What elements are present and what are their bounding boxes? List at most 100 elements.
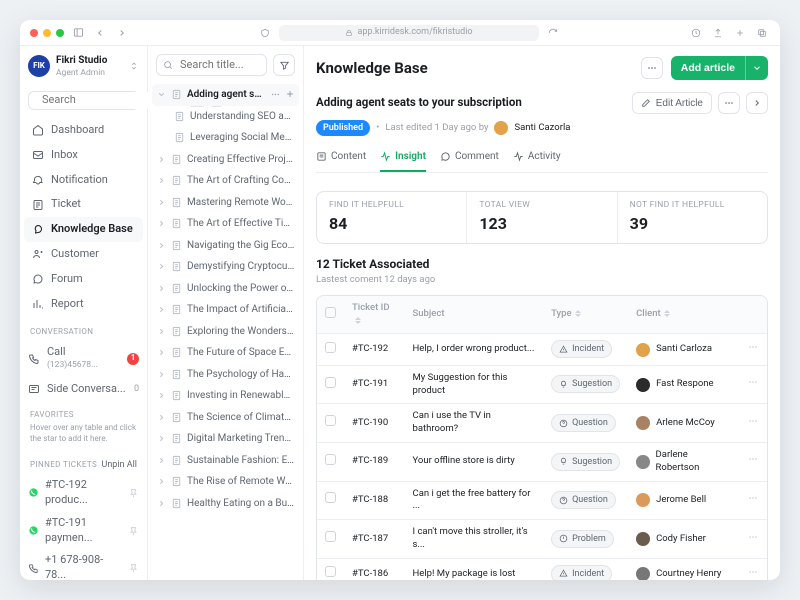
dots-icon	[723, 97, 735, 109]
account-role: Agent Admin	[56, 68, 107, 79]
address-bar[interactable]: app.kirridesk.com/fikristudio	[279, 25, 539, 41]
row-more-icon[interactable]	[747, 531, 759, 543]
tree-node[interactable]: The Impact of Artificial Inte...	[152, 299, 299, 321]
tab-insight[interactable]: Insight	[380, 144, 426, 172]
col-id[interactable]: Ticket ID	[344, 296, 405, 335]
tree-node[interactable]: Mastering Remote Work: P...	[152, 192, 299, 214]
tree-node[interactable]: Demystifying Cryptocurre...	[152, 256, 299, 278]
client-avatar	[636, 378, 650, 392]
tab-comment[interactable]: Comment	[440, 144, 499, 172]
checkbox[interactable]	[325, 566, 336, 577]
unpin-all[interactable]: Unpin All	[102, 459, 138, 471]
chevron-icon	[157, 176, 166, 185]
checkbox-all[interactable]	[325, 307, 336, 318]
nav-customer[interactable]: Customer	[24, 242, 143, 267]
client-avatar	[636, 455, 649, 469]
pencil-icon	[641, 98, 651, 108]
row-more-icon[interactable]	[747, 415, 759, 427]
unpin-icon[interactable]	[128, 563, 139, 573]
chevron-icon	[157, 499, 166, 508]
tree-node[interactable]: Unlocking the Power of Mi...	[152, 278, 299, 300]
dots-icon	[646, 62, 658, 74]
checkbox[interactable]	[325, 492, 336, 503]
cell-subject: My Suggestion for this product	[405, 366, 544, 405]
tree-search[interactable]	[156, 54, 267, 76]
type-pill: Sugestion	[551, 453, 620, 471]
tree-node[interactable]: Leveraging Social Media Adver...	[152, 127, 299, 149]
row-more-icon[interactable]	[747, 492, 759, 504]
col-client[interactable]: Client	[628, 296, 739, 335]
row-more-icon[interactable]	[747, 566, 759, 578]
checkbox[interactable]	[325, 454, 336, 465]
conversation-item[interactable]: Call(123)45678...1	[20, 340, 147, 376]
forward-icon[interactable]	[114, 25, 130, 41]
table-row[interactable]: #TC-191My Suggestion for this productSug…	[317, 366, 767, 405]
nav-forum[interactable]: Forum	[24, 267, 143, 292]
add-article-button[interactable]: Add article	[671, 56, 768, 80]
cell-subject: Can i get the free battery for ...	[405, 482, 544, 521]
nav-report[interactable]: Report	[24, 292, 143, 317]
table-row[interactable]: #TC-186Help! My package is lostIncidentC…	[317, 559, 767, 580]
share-icon[interactable]	[688, 25, 704, 41]
page-more[interactable]	[641, 57, 663, 79]
type-pill: Question	[551, 414, 616, 432]
article-more[interactable]	[718, 92, 740, 114]
tab-activity[interactable]: Activity	[513, 144, 561, 172]
conversation-item[interactable]: Side Conversa...0	[20, 377, 147, 402]
checkbox[interactable]	[325, 342, 336, 353]
tree-node[interactable]: The Rise of Remote Work: ...	[152, 471, 299, 493]
edit-article-button[interactable]: Edit Article	[632, 92, 712, 114]
tree-node[interactable]: Creating Effective Project...	[152, 149, 299, 171]
tree-node[interactable]: The Art of Effective Time M...	[152, 213, 299, 235]
account-switcher[interactable]: FIK Fikri Studio Agent Admin	[28, 54, 139, 79]
tree-node[interactable]: Adding agent sea...	[152, 84, 299, 106]
table-row[interactable]: #TC-192Help, I order wrong product...Inc…	[317, 334, 767, 365]
tree-node[interactable]: The Science of Climate Ch...	[152, 407, 299, 429]
sidebar-toggle-icon[interactable]	[70, 25, 86, 41]
tree-node[interactable]: Sustainable Fashion: Eco-F...	[152, 450, 299, 472]
nav-inbox[interactable]: Inbox	[24, 143, 143, 168]
table-row[interactable]: #TC-190Can i use the TV in bathroom?Ques…	[317, 404, 767, 443]
plus-icon[interactable]	[732, 25, 748, 41]
sidebar-search[interactable]: ⌘ K	[28, 91, 139, 110]
tab-content[interactable]: Content	[316, 144, 366, 172]
row-more-icon[interactable]	[747, 376, 759, 388]
filter-button[interactable]	[273, 54, 295, 76]
tree-node[interactable]: The Art of Crafting Compel...	[152, 170, 299, 192]
row-more-icon[interactable]	[747, 341, 759, 353]
nav-knowledge-base[interactable]: Knowledge Base	[24, 217, 143, 242]
tree-search-input[interactable]	[178, 57, 260, 74]
table-row[interactable]: #TC-187I can't move this stroller, it's …	[317, 520, 767, 559]
article-next[interactable]	[746, 92, 768, 114]
tree-node[interactable]: Healthy Eating on a Budget...	[152, 493, 299, 515]
checkbox[interactable]	[325, 531, 336, 542]
checkbox[interactable]	[325, 415, 336, 426]
pinned-item[interactable]: +1 678-908-78...	[20, 549, 147, 580]
conv-icon	[28, 383, 40, 395]
reload-icon[interactable]	[545, 25, 561, 41]
unpin-icon[interactable]	[128, 526, 139, 536]
nav-dashboard[interactable]: Dashboard	[24, 118, 143, 143]
dots-icon[interactable]	[270, 89, 281, 100]
col-type[interactable]: Type	[543, 296, 628, 335]
tree-node[interactable]: Understanding SEO and Its Imp...	[152, 106, 299, 128]
table-row[interactable]: #TC-189Your offline store is dirtySugest…	[317, 443, 767, 482]
copy-icon[interactable]	[754, 25, 770, 41]
unpin-icon[interactable]	[128, 488, 139, 498]
row-more-icon[interactable]	[747, 453, 759, 465]
tree-node[interactable]: The Psychology of Happine...	[152, 364, 299, 386]
table-row[interactable]: #TC-188Can i get the free battery for ..…	[317, 482, 767, 521]
nav-ticket[interactable]: Ticket	[24, 192, 143, 217]
back-icon[interactable]	[92, 25, 108, 41]
tree-node[interactable]: Exploring the Wonders of T...	[152, 321, 299, 343]
pinned-item[interactable]: #TC-191 paymen...	[20, 512, 147, 550]
upload-icon[interactable]	[710, 25, 726, 41]
tree-node[interactable]: Digital Marketing Trends fo...	[152, 428, 299, 450]
tree-node[interactable]: The Future of Space Explor...	[152, 342, 299, 364]
pinned-item[interactable]: #TC-192 produc...	[20, 474, 147, 512]
tree-node[interactable]: Navigating the Gig Econom...	[152, 235, 299, 257]
plus-icon[interactable]	[285, 89, 295, 99]
checkbox[interactable]	[325, 377, 336, 388]
nav-notification[interactable]: Notification	[24, 168, 143, 193]
tree-node[interactable]: Investing in Renewable En...	[152, 385, 299, 407]
